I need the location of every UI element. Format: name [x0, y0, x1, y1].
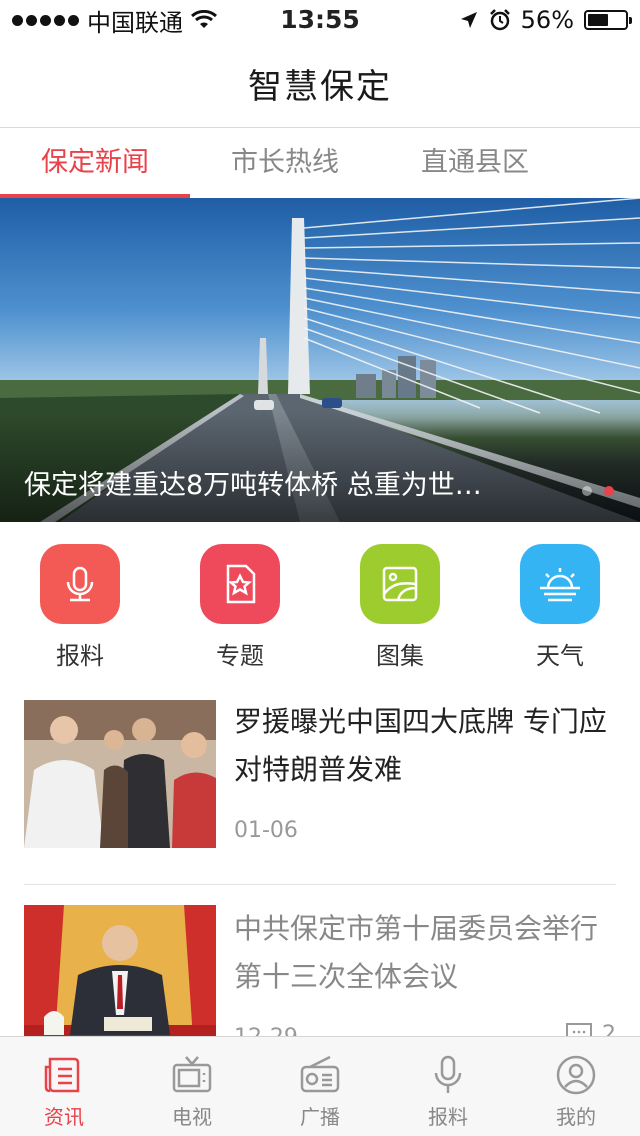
carousel-dot[interactable]	[582, 486, 592, 496]
carrier-name: 中国联通	[87, 8, 183, 37]
news-thumbnail[interactable]	[24, 905, 216, 1053]
user-icon	[556, 1055, 596, 1095]
carousel-indicator	[582, 486, 614, 496]
title-bar: 智慧保定	[0, 40, 640, 128]
tab-county-direct[interactable]: 直通县区	[380, 128, 570, 198]
signal-strength-icon	[12, 14, 79, 26]
carousel-dot-active[interactable]	[604, 486, 614, 496]
nav-tv[interactable]: 电视	[128, 1037, 256, 1136]
nav-report[interactable]: 报料	[384, 1037, 512, 1136]
news-date: 01-06	[234, 818, 298, 843]
alarm-clock-icon	[489, 9, 510, 31]
page-title: 智慧保定	[248, 67, 392, 107]
nav-profile[interactable]: 我的	[512, 1037, 640, 1136]
weather-sun-icon[interactable]	[520, 544, 600, 624]
status-bar: 中国联通 56%	[0, 0, 640, 40]
news-title[interactable]: 中共保定市第十届委员会举行第十三次全体会议	[234, 905, 614, 1001]
nav-label: 资讯	[44, 1105, 84, 1129]
star-document-icon[interactable]	[200, 544, 280, 624]
nav-radio[interactable]: 广播	[256, 1037, 384, 1136]
quick-action-label: 报料	[56, 642, 104, 670]
nav-label: 广播	[300, 1105, 340, 1129]
nav-label: 报料	[428, 1105, 468, 1129]
status-right: 56%	[459, 6, 632, 34]
news-thumbnail[interactable]	[24, 700, 216, 848]
battery-percent: 56%	[520, 6, 574, 34]
tv-icon	[172, 1056, 212, 1093]
nav-label: 电视	[172, 1105, 212, 1129]
picture-icon[interactable]	[360, 544, 440, 624]
nav-news[interactable]: 资讯	[0, 1037, 128, 1136]
bottom-nav: 资讯 电视 广播 报料 我的	[0, 1036, 640, 1136]
quick-action-topics[interactable]: 专题	[160, 538, 320, 674]
news-list: 罗援曝光中国四大底牌 专门应对特朗普发难 01-06 中共保定市第十届委员会举行…	[24, 698, 616, 1072]
radio-icon	[300, 1055, 340, 1093]
tab-mayor-hotline[interactable]: 市长热线	[190, 128, 380, 198]
banner-carousel[interactable]: 保定将建重达8万吨转体桥 总重为世…	[0, 198, 640, 522]
status-left: 中国联通	[12, 3, 217, 38]
category-tabs: 保定新闻 市长热线 直通县区 直	[0, 128, 640, 198]
quick-action-label: 图集	[376, 642, 424, 670]
quick-action-label: 专题	[216, 642, 264, 670]
banner-caption[interactable]: 保定将建重达8万吨转体桥 总重为世…	[24, 463, 550, 502]
battery-level	[588, 14, 609, 26]
news-title[interactable]: 罗援曝光中国四大底牌 专门应对特朗普发难	[234, 698, 614, 794]
quick-action-label: 天气	[536, 642, 584, 670]
tab-more-partial[interactable]: 直	[570, 128, 640, 198]
microphone-icon	[434, 1055, 462, 1093]
location-arrow-icon	[460, 12, 477, 28]
quick-action-report[interactable]: 报料	[0, 538, 160, 674]
quick-action-gallery[interactable]: 图集	[320, 538, 480, 674]
news-icon	[44, 1057, 80, 1093]
wifi-icon	[191, 10, 217, 28]
battery-icon	[584, 10, 632, 30]
quick-action-weather[interactable]: 天气	[480, 538, 640, 674]
news-item[interactable]: 罗援曝光中国四大底牌 专门应对特朗普发难 01-06	[24, 698, 616, 885]
nav-label: 我的	[556, 1105, 596, 1129]
quick-actions: 报料 专题 图集 天气	[0, 538, 640, 674]
tab-baoding-news[interactable]: 保定新闻	[0, 128, 190, 198]
microphone-icon[interactable]	[40, 544, 120, 624]
